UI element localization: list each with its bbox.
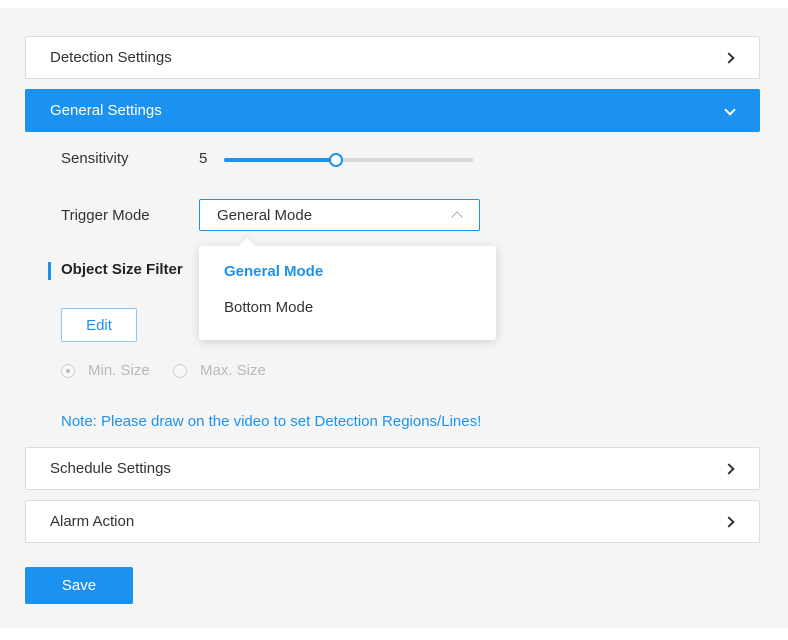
chevron-up-icon <box>451 211 463 223</box>
trigger-mode-select[interactable]: General Mode <box>199 199 480 231</box>
max-size-label: Max. Size <box>200 362 266 379</box>
alarm-action-label: Alarm Action <box>50 513 135 530</box>
edit-button[interactable]: Edit <box>61 308 137 342</box>
detection-note: Note: Please draw on the video to set De… <box>61 413 482 430</box>
min-size-radio[interactable] <box>61 364 75 378</box>
dropdown-option-general-mode[interactable]: General Mode <box>199 256 496 292</box>
schedule-settings-panel[interactable]: Schedule Settings <box>25 447 760 490</box>
sensitivity-slider-fill <box>224 158 337 162</box>
alarm-action-panel[interactable]: Alarm Action <box>25 500 760 543</box>
detection-settings-label: Detection Settings <box>50 49 172 66</box>
trigger-mode-dropdown: General Mode Bottom Mode <box>199 246 496 340</box>
general-settings-panel[interactable]: General Settings <box>25 89 760 132</box>
chevron-down-icon <box>723 104 737 118</box>
sensitivity-slider-thumb[interactable] <box>329 153 344 167</box>
bottom-strip <box>0 628 788 640</box>
object-size-filter-title: Object Size Filter <box>61 261 183 278</box>
max-size-radio[interactable] <box>173 364 187 378</box>
chevron-right-icon <box>723 462 737 476</box>
schedule-settings-label: Schedule Settings <box>50 460 171 477</box>
min-size-label: Min. Size <box>88 362 150 379</box>
sensitivity-value: 5 <box>199 150 208 167</box>
trigger-mode-selected: General Mode <box>217 206 313 224</box>
dropdown-option-bottom-mode[interactable]: Bottom Mode <box>199 292 496 328</box>
general-settings-label: General Settings <box>50 102 162 119</box>
save-button[interactable]: Save <box>25 567 133 604</box>
detection-settings-panel[interactable]: Detection Settings <box>25 36 760 79</box>
chevron-right-icon <box>723 515 737 529</box>
top-strip <box>0 0 788 8</box>
trigger-mode-label: Trigger Mode <box>61 207 150 224</box>
chevron-right-icon <box>723 51 737 65</box>
sensitivity-slider[interactable] <box>224 153 473 167</box>
section-accent-bar <box>48 262 51 280</box>
sensitivity-label: Sensitivity <box>61 150 129 167</box>
